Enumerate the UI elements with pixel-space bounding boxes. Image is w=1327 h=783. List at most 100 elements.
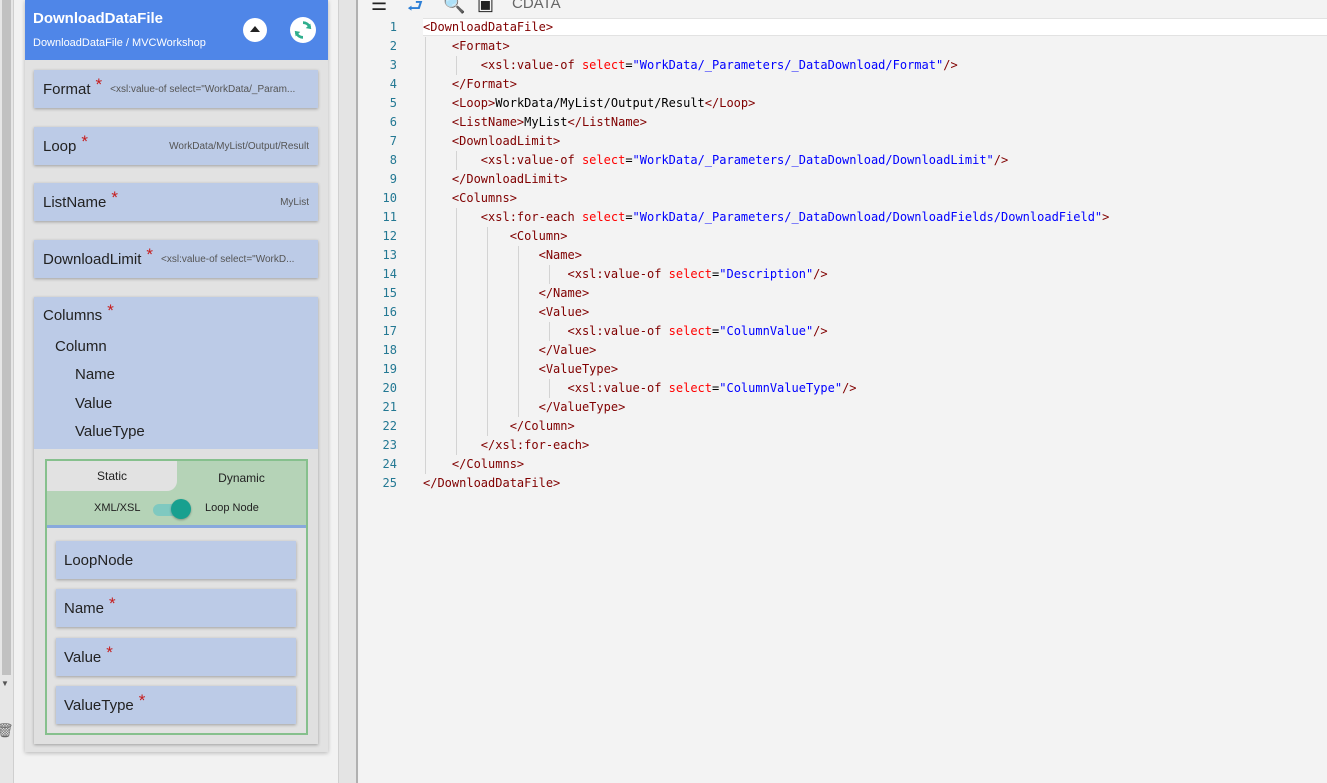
line-number: 13 (382, 248, 397, 262)
line-number: 24 (382, 457, 397, 471)
line-number: 16 (382, 305, 397, 319)
code-line: <DownloadDataFile> (423, 20, 554, 34)
line-number: 1 (389, 20, 397, 34)
code-line: <Loop>WorkData/MyList/Output/Result</Loo… (451, 96, 756, 110)
field-value: MyList (280, 196, 309, 208)
line-number: 18 (382, 343, 397, 357)
field-listname[interactable]: ListName * MyList (34, 183, 318, 221)
code-line: <xsl:value-of select="WorkData/_Paramete… (480, 153, 1009, 167)
search-icon[interactable]: 🔍 (443, 0, 465, 15)
properties-panel: DownloadDataFile DownloadDataFile / MVCW… (25, 0, 328, 752)
tree-item-name[interactable]: Name (75, 366, 115, 383)
scroll-down-arrow-icon[interactable]: ▼ (1, 679, 9, 688)
word-wrap-icon[interactable]: ⮐ (407, 0, 423, 18)
field-loop[interactable]: Loop * WorkData/MyList/Output/Result (34, 127, 318, 165)
left-scrollbar[interactable]: ▼ 🗑 (0, 0, 14, 783)
format-lines-icon[interactable]: ☰ (371, 0, 387, 15)
code-line: <Columns> (451, 191, 517, 205)
line-number: 6 (389, 115, 397, 129)
field-format[interactable]: Format * <xsl:value-of select="WorkData/_… (34, 70, 318, 108)
code-line: <DownloadLimit> (451, 134, 561, 148)
field-label: Loop (43, 137, 77, 155)
line-number: 2 (389, 39, 397, 53)
tree-item-valuetype[interactable]: ValueType (75, 423, 145, 440)
required-marker: * (109, 594, 116, 613)
divider (47, 525, 306, 528)
required-marker: * (81, 132, 88, 151)
trash-icon[interactable]: 🗑 (0, 722, 14, 739)
code-line: </Column> (509, 419, 575, 433)
field-label: ValueType (64, 696, 134, 714)
line-number: 19 (382, 362, 397, 376)
refresh-icon[interactable] (290, 17, 316, 43)
code-line: <Column> (509, 229, 568, 243)
mode-tabs: Static Dynamic XML/XSL Loop Node (47, 461, 306, 525)
field-downloadlimit[interactable]: DownloadLimit * <xsl:value-of select="Wor… (34, 240, 318, 278)
columns-label[interactable]: Columns * (43, 301, 114, 325)
code-line: </DownloadDataFile> (423, 476, 561, 490)
panel-title: DownloadDataFile (33, 10, 164, 27)
line-number: 21 (382, 400, 397, 414)
required-marker: * (111, 188, 118, 207)
panel-header: DownloadDataFile DownloadDataFile / MVCW… (25, 0, 328, 60)
code-line: <Value> (538, 305, 590, 319)
line-number-gutter: 1 2 3 4 5 6 7 8 9 10 11 12 13 14 15 16 1… (359, 18, 419, 493)
line-number: 23 (382, 438, 397, 452)
line-number: 9 (389, 172, 397, 186)
line-number: 4 (389, 77, 397, 91)
field-label: Format (43, 80, 91, 98)
breadcrumb: DownloadDataFile / MVCWorkshop (33, 37, 206, 49)
subfield-loopnode[interactable]: LoopNode (56, 541, 296, 579)
field-label: DownloadLimit (43, 250, 142, 268)
required-marker: * (138, 691, 146, 710)
panel-splitter[interactable] (338, 0, 358, 783)
line-number: 10 (382, 191, 397, 205)
code-content[interactable]: <DownloadDataFile> <Format> <xsl:value-o… (423, 18, 1323, 493)
code-editor[interactable]: ☰ ⮐ 🔍 ▣ CDATA 1 2 3 4 5 6 7 8 9 10 11 12… (359, 0, 1327, 783)
scrollbar-thumb[interactable] (2, 0, 11, 675)
line-number: 15 (382, 286, 397, 300)
line-number: 11 (382, 210, 397, 224)
code-line: <Name> (538, 248, 582, 262)
tab-dynamic[interactable]: Dynamic (177, 461, 306, 491)
columns-field: Columns * Column Name Value ValueType Sta… (34, 297, 318, 744)
code-line: <ValueType> (538, 362, 619, 376)
subfield-value[interactable]: Value * (56, 638, 296, 676)
line-number: 20 (382, 381, 397, 395)
code-line: <xsl:value-of select="ColumnValueType"/> (567, 381, 857, 395)
field-label: Value (64, 648, 102, 666)
source-toggle-row: XML/XSL Loop Node (47, 497, 306, 521)
cdata-button[interactable]: CDATA (512, 0, 561, 12)
code-line: </Name> (538, 286, 590, 300)
required-marker: * (106, 643, 113, 662)
tree-item-value[interactable]: Value (75, 395, 112, 412)
toggle-knob[interactable] (171, 499, 191, 519)
line-number: 22 (382, 419, 397, 433)
dynamic-mapping-box: Static Dynamic XML/XSL Loop Node LoopNod… (45, 459, 308, 735)
required-marker: * (95, 75, 103, 94)
subfield-valuetype[interactable]: ValueType * (56, 686, 296, 724)
required-marker: * (146, 245, 154, 264)
code-line: <xsl:value-of select="Description"/> (567, 267, 828, 281)
field-label: Name (64, 599, 105, 617)
field-label: LoopNode (64, 551, 134, 569)
line-number: 8 (389, 153, 397, 167)
line-number: 7 (389, 134, 397, 148)
clipboard-icon[interactable]: ▣ (477, 0, 494, 15)
collapse-up-icon[interactable] (243, 18, 267, 42)
subfield-name[interactable]: Name * (56, 589, 296, 627)
editor-toolbar: ☰ ⮐ 🔍 ▣ CDATA (359, 0, 1327, 18)
tree-item-column[interactable]: Column (55, 338, 107, 355)
code-line: <xsl:for-each select="WorkData/_Paramete… (480, 210, 1110, 224)
line-number: 25 (382, 476, 397, 490)
field-value: <xsl:value-of select="WorkData/_Param... (110, 83, 296, 95)
code-line: </Columns> (451, 457, 525, 471)
code-line: </ValueType> (538, 400, 626, 414)
field-label: ListName (43, 193, 107, 211)
tab-static[interactable]: Static (47, 461, 177, 491)
line-number: 12 (382, 229, 397, 243)
code-line: <Format> (451, 39, 510, 53)
code-line: <xsl:value-of select="ColumnValue"/> (567, 324, 828, 338)
toggle-label-xml: XML/XSL (94, 502, 141, 514)
toggle-label-loop-node: Loop Node (205, 502, 259, 514)
